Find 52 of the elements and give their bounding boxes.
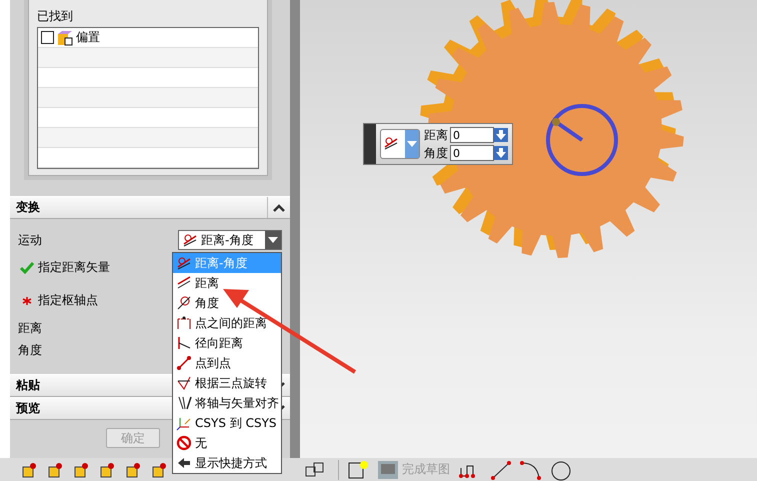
spin-button[interactable] (494, 128, 508, 142)
input-field[interactable]: 0 (450, 127, 494, 143)
point-line-icon (176, 355, 192, 371)
menu-item[interactable]: 无 (173, 433, 281, 453)
menu-item[interactable]: 点到点 (173, 353, 281, 373)
list-item[interactable]: 偏置 (76, 29, 100, 46)
menu-item[interactable]: 显示快捷方式 (173, 453, 281, 473)
field-label: 角度 (18, 342, 42, 358)
section-header[interactable]: 变换 (10, 196, 290, 219)
arc-icon[interactable] (520, 460, 542, 480)
tool-icon[interactable] (72, 460, 90, 478)
circle-icon[interactable] (550, 458, 572, 480)
tool-icon[interactable] (98, 460, 116, 478)
prohibited-icon (176, 435, 192, 451)
field-label: 角度 (424, 144, 448, 162)
axis-icon (176, 395, 192, 411)
dimension-icon (176, 315, 192, 331)
menu-item[interactable]: 根据三点旋转 (173, 373, 281, 393)
field-label: 运动 (18, 232, 42, 248)
spin-button[interactable] (494, 146, 508, 160)
input-field[interactable]: 0 (450, 145, 494, 161)
arrow-icon (176, 455, 192, 471)
line-icon[interactable] (490, 460, 512, 480)
checkbox[interactable] (41, 31, 54, 44)
tool-icon[interactable] (150, 460, 168, 478)
menu-item[interactable]: 点之间的距离 (173, 313, 281, 333)
grip-handle[interactable] (364, 124, 376, 164)
caret-icon (268, 237, 278, 243)
distance-icon (176, 275, 192, 291)
selection-label[interactable]: 指定枢轴点 (38, 292, 98, 309)
collapse-icon[interactable] (273, 204, 285, 212)
distance-angle-icon (182, 232, 198, 248)
menu-item[interactable]: 径向距离 (173, 333, 281, 353)
tool-icon[interactable] (124, 460, 142, 478)
distance-angle-icon (176, 255, 192, 271)
tool-icon[interactable] (46, 460, 64, 478)
axes-icon (176, 415, 192, 431)
caret-icon (407, 141, 417, 147)
menu-item[interactable]: 距离 (173, 273, 281, 293)
angle-icon (176, 295, 192, 311)
radial-icon (176, 335, 192, 351)
found-label: 已找到 (37, 8, 74, 25)
field-label: 距离 (18, 320, 42, 336)
triangle-icon (176, 375, 192, 391)
tool-icon[interactable] (20, 460, 38, 478)
menu-item[interactable]: 角度 (173, 293, 281, 313)
sketch-icon[interactable] (347, 460, 369, 480)
cube-icon (57, 30, 73, 46)
field-label: 距离 (424, 126, 448, 144)
selection-label[interactable]: 指定距离矢量 (38, 259, 110, 276)
motion-dropdown[interactable]: 距离-角度 (178, 230, 282, 250)
motion-dropdown[interactable] (380, 129, 420, 159)
